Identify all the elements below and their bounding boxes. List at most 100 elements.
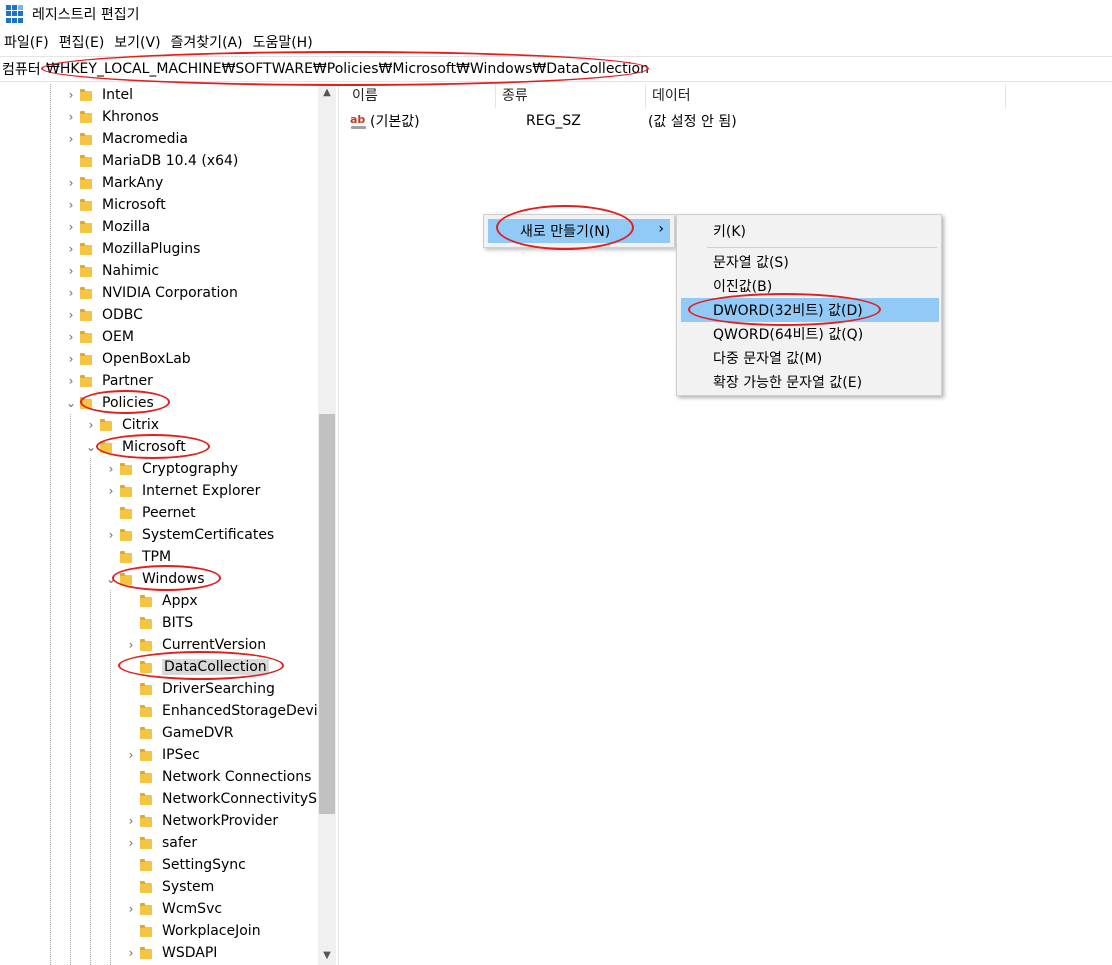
tree-node[interactable]: › NVIDIA Corporation (64, 282, 238, 304)
tree-node[interactable]: › Microsoft (64, 194, 166, 216)
tree-node[interactable]: › MarkAny (64, 172, 164, 194)
tree-node-label: SettingSync (162, 857, 246, 873)
tree-node[interactable]: › Cryptography (104, 458, 238, 480)
tree-node[interactable]: › Nahimic (64, 260, 159, 282)
tree-node[interactable]: Appx (124, 590, 198, 612)
submenu-item-string[interactable]: 문자열 값(S) (681, 250, 939, 274)
tree-node[interactable]: › Internet Explorer (104, 480, 261, 502)
tree-node[interactable]: EnhancedStorageDevi (124, 700, 318, 722)
menu-favorites[interactable]: 즐겨찾기(A) (167, 32, 249, 52)
tree-node[interactable]: TPM (104, 546, 171, 568)
expand-chevron-icon[interactable]: › (64, 238, 78, 260)
tree-node[interactable]: ⌄ Windows (104, 568, 205, 590)
tree-node[interactable]: › SystemCertificates (104, 524, 275, 546)
tree-node[interactable]: Peernet (104, 502, 196, 524)
collapse-chevron-icon[interactable]: ⌄ (104, 568, 118, 590)
tree-node[interactable]: › ODBC (64, 304, 143, 326)
tree-node[interactable]: › Citrix (84, 414, 160, 436)
expand-chevron-icon[interactable]: › (104, 524, 118, 546)
expand-chevron-icon[interactable]: › (64, 304, 78, 326)
tree-node[interactable]: › IPSec (124, 744, 200, 766)
expand-chevron-icon[interactable]: › (124, 942, 138, 964)
tree-node[interactable]: DriverSearching (124, 678, 275, 700)
list-row-default[interactable]: ab (기본값) REG_SZ (값 설정 안 됨) (346, 110, 737, 132)
tree-node[interactable]: › OpenBoxLab (64, 348, 191, 370)
tree-line-icon (104, 502, 118, 524)
tree-node[interactable]: MariaDB 10.4 (x64) (64, 150, 238, 172)
scroll-down-arrow-icon[interactable]: ▼ (318, 947, 336, 965)
tree-node[interactable]: ⌄ Policies (64, 392, 154, 414)
tree-node[interactable]: › safer (124, 832, 198, 854)
tree-node[interactable]: › NetworkProvider (124, 810, 279, 832)
folder-icon (100, 419, 114, 431)
tree-node-label: Internet Explorer (142, 483, 261, 499)
tree-node[interactable]: › WcmSvc (124, 898, 222, 920)
collapse-chevron-icon[interactable]: ⌄ (64, 392, 78, 414)
expand-chevron-icon[interactable]: › (64, 370, 78, 392)
tree-node-label: DataCollection (162, 659, 269, 675)
tree-node[interactable]: › Partner (64, 370, 153, 392)
submenu-item-dword[interactable]: DWORD(32비트) 값(D) (681, 298, 939, 322)
tree-node-label: ODBC (102, 307, 143, 323)
header-data[interactable]: 데이터 (646, 84, 1006, 108)
expand-chevron-icon[interactable]: › (64, 260, 78, 282)
submenu-item-key[interactable]: 키(K) (681, 219, 939, 243)
folder-icon (140, 749, 154, 761)
expand-chevron-icon[interactable]: › (104, 480, 118, 502)
tree-node[interactable]: SettingSync (124, 854, 246, 876)
submenu-item-expandable-string[interactable]: 확장 가능한 문자열 값(E) (681, 370, 939, 394)
tree-node[interactable]: › Macromedia (64, 128, 188, 150)
expand-chevron-icon[interactable]: › (64, 282, 78, 304)
tree-node[interactable]: ⌄ Microsoft (84, 436, 186, 458)
menu-edit[interactable]: 편집(E) (55, 32, 111, 52)
tree-node[interactable]: GameDVR (124, 722, 234, 744)
expand-chevron-icon[interactable]: › (124, 898, 138, 920)
tree-node[interactable]: › Mozilla (64, 216, 151, 238)
expand-chevron-icon[interactable]: › (64, 348, 78, 370)
expand-chevron-icon[interactable]: › (64, 326, 78, 348)
expand-chevron-icon[interactable]: › (124, 744, 138, 766)
expand-chevron-icon[interactable]: › (64, 84, 78, 106)
tree-node[interactable]: DataCollection (124, 656, 269, 678)
tree-node[interactable]: › CurrentVersion (124, 634, 266, 656)
tree-node[interactable]: WorkplaceJoin (124, 920, 261, 942)
expand-chevron-icon[interactable]: › (124, 810, 138, 832)
scroll-up-arrow-icon[interactable]: ▲ (318, 84, 336, 102)
tree-line-icon (104, 546, 118, 568)
tree-node[interactable]: BITS (124, 612, 193, 634)
expand-chevron-icon[interactable]: › (64, 106, 78, 128)
tree-node[interactable]: › Khronos (64, 106, 159, 128)
tree-node[interactable]: › Intel (64, 84, 133, 106)
tree-node-label: MozillaPlugins (102, 241, 201, 257)
expand-chevron-icon[interactable]: › (104, 458, 118, 480)
submenu-item-binary[interactable]: 이진값(B) (681, 274, 939, 298)
expand-chevron-icon[interactable]: › (64, 128, 78, 150)
tree-node[interactable]: › WSDAPI (124, 942, 218, 964)
tree-scrollbar[interactable]: ▲ ▼ (318, 84, 336, 965)
tree-line-icon (124, 788, 138, 810)
header-name[interactable]: 이름 (346, 84, 496, 108)
menu-file[interactable]: 파일(F) (0, 32, 55, 52)
submenu-item-multistring[interactable]: 다중 문자열 값(M) (681, 346, 939, 370)
menu-help[interactable]: 도움말(H) (249, 32, 319, 52)
tree-node[interactable]: › OEM (64, 326, 134, 348)
tree-node[interactable]: NetworkConnectivityS (124, 788, 317, 810)
submenu-item-qword[interactable]: QWORD(64비트) 값(Q) (681, 322, 939, 346)
tree-node[interactable]: › MozillaPlugins (64, 238, 201, 260)
collapse-chevron-icon[interactable]: ⌄ (84, 436, 98, 458)
expand-chevron-icon[interactable]: › (64, 194, 78, 216)
tree-node[interactable]: Network Connections (124, 766, 311, 788)
menu-item-new[interactable]: 새로 만들기(N) › (488, 219, 670, 243)
expand-chevron-icon[interactable]: › (124, 634, 138, 656)
scroll-thumb[interactable] (319, 414, 335, 814)
expand-chevron-icon[interactable]: › (84, 414, 98, 436)
expand-chevron-icon[interactable]: › (124, 832, 138, 854)
address-bar[interactable]: 컴퓨터 ₩HKEY_LOCAL_MACHINE₩SOFTWARE₩Policie… (0, 56, 1112, 82)
tree-node[interactable]: System (124, 876, 214, 898)
pane-splitter[interactable] (338, 84, 344, 965)
expand-chevron-icon[interactable]: › (64, 216, 78, 238)
header-type[interactable]: 종류 (496, 84, 646, 108)
expand-chevron-icon[interactable]: › (64, 172, 78, 194)
address-path[interactable]: ₩HKEY_LOCAL_MACHINE₩SOFTWARE₩Policies₩Mi… (46, 61, 649, 77)
menu-view[interactable]: 보기(V) (110, 32, 166, 52)
